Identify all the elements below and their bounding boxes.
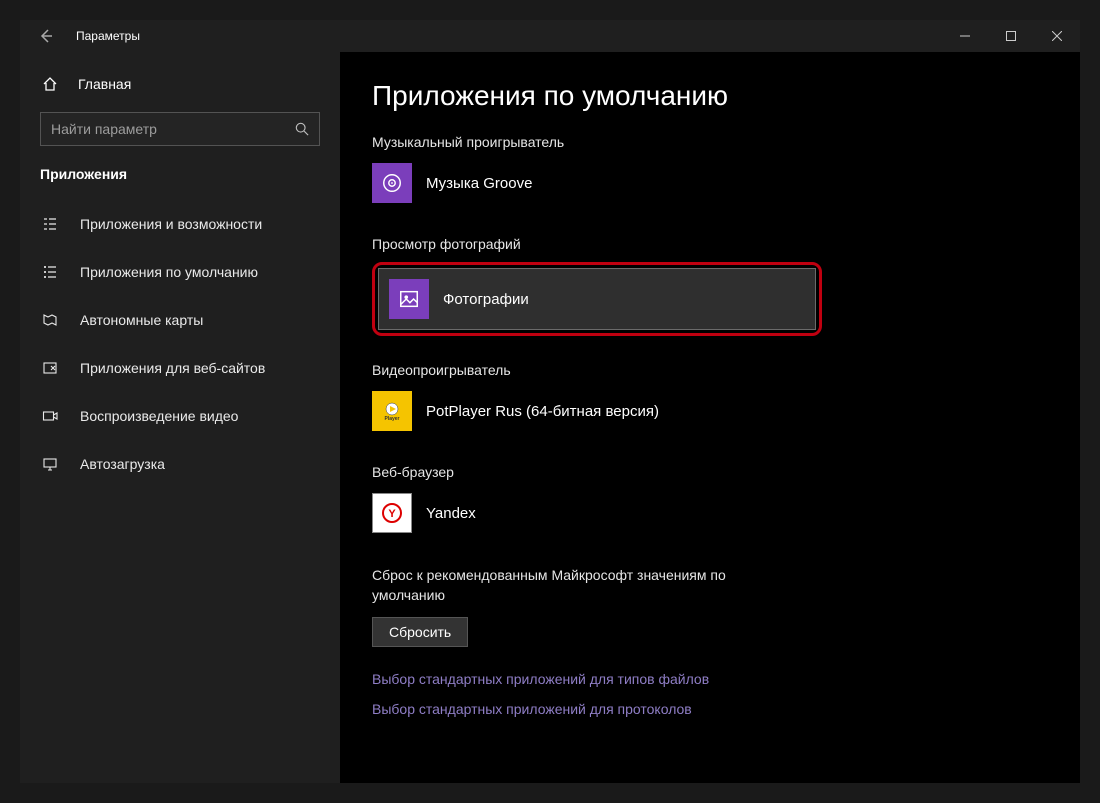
- search-box[interactable]: [40, 112, 320, 146]
- settings-window: Параметры Главная: [20, 20, 1080, 783]
- sidebar-item-video-playback[interactable]: Воспроизведение видео: [20, 392, 340, 440]
- home-label: Главная: [78, 76, 131, 92]
- apps-websites-icon: [40, 360, 60, 376]
- titlebar: Параметры: [20, 20, 1080, 52]
- photo-highlight-frame: Фотографии: [372, 262, 822, 336]
- sidebar-item-label: Приложения и возможности: [80, 216, 262, 232]
- minimize-button[interactable]: [942, 20, 988, 52]
- close-icon: [1052, 31, 1062, 41]
- browser-section-label: Веб-браузер: [372, 464, 1048, 480]
- minimize-icon: [960, 31, 970, 41]
- music-section-label: Музыкальный проигрыватель: [372, 134, 1048, 150]
- video-playback-icon: [40, 408, 60, 424]
- sidebar-item-offline-maps[interactable]: Автономные карты: [20, 296, 340, 344]
- video-default-app[interactable]: Player PotPlayer Rus (64-битная версия): [372, 388, 1048, 434]
- sidebar-item-label: Автономные карты: [80, 312, 203, 328]
- back-button[interactable]: [30, 20, 62, 52]
- music-app-name: Музыка Groove: [426, 175, 532, 192]
- startup-icon: [40, 456, 60, 472]
- music-default-app[interactable]: Музыка Groove: [372, 160, 1048, 206]
- search-icon: [295, 122, 309, 136]
- reset-block: Сброс к рекомендованным Майкрософт значе…: [372, 566, 1048, 647]
- offline-maps-icon: [40, 312, 60, 328]
- close-button[interactable]: [1034, 20, 1080, 52]
- photo-default-app[interactable]: Фотографии: [378, 268, 816, 330]
- potplayer-icon: Player: [372, 391, 412, 431]
- photos-icon: [389, 279, 429, 319]
- sidebar-item-label: Приложения по умолчанию: [80, 264, 258, 280]
- main-content: Приложения по умолчанию Музыкальный прои…: [340, 52, 1080, 783]
- sidebar-item-label: Приложения для веб-сайтов: [80, 360, 265, 376]
- link-defaults-by-protocol[interactable]: Выбор стандартных приложений для протоко…: [372, 701, 1048, 717]
- home-link[interactable]: Главная: [20, 70, 340, 98]
- video-section-label: Видеопроигрыватель: [372, 362, 1048, 378]
- yandex-icon: Y: [372, 493, 412, 533]
- maximize-button[interactable]: [988, 20, 1034, 52]
- search-input[interactable]: [51, 121, 295, 137]
- browser-default-app[interactable]: Y Yandex: [372, 490, 1048, 536]
- back-arrow-icon: [38, 28, 54, 44]
- browser-app-name: Yandex: [426, 505, 476, 522]
- reset-button[interactable]: Сбросить: [372, 617, 468, 647]
- sidebar-item-default-apps[interactable]: Приложения по умолчанию: [20, 248, 340, 296]
- home-icon: [40, 76, 60, 92]
- sidebar-item-apps-websites[interactable]: Приложения для веб-сайтов: [20, 344, 340, 392]
- page-title: Приложения по умолчанию: [372, 80, 1048, 112]
- video-app-name: PotPlayer Rus (64-битная версия): [426, 403, 659, 420]
- sidebar-item-apps-features[interactable]: Приложения и возможности: [20, 200, 340, 248]
- default-apps-icon: [40, 264, 60, 280]
- photo-app-name: Фотографии: [443, 291, 529, 308]
- svg-text:Player: Player: [384, 416, 399, 422]
- link-defaults-by-filetype[interactable]: Выбор стандартных приложений для типов ф…: [372, 671, 1048, 687]
- sidebar-item-label: Автозагрузка: [80, 456, 165, 472]
- sidebar-item-startup[interactable]: Автозагрузка: [20, 440, 340, 488]
- svg-text:Y: Y: [388, 508, 396, 520]
- window-title: Параметры: [76, 29, 140, 43]
- groove-music-icon: [372, 163, 412, 203]
- sidebar-category: Приложения: [20, 166, 340, 200]
- reset-description: Сброс к рекомендованным Майкрософт значе…: [372, 566, 802, 605]
- apps-features-icon: [40, 216, 60, 232]
- sidebar: Главная Приложения Приложения и возможно…: [20, 52, 340, 783]
- sidebar-item-label: Воспроизведение видео: [80, 408, 238, 424]
- photo-section-label: Просмотр фотографий: [372, 236, 1048, 252]
- maximize-icon: [1006, 31, 1016, 41]
